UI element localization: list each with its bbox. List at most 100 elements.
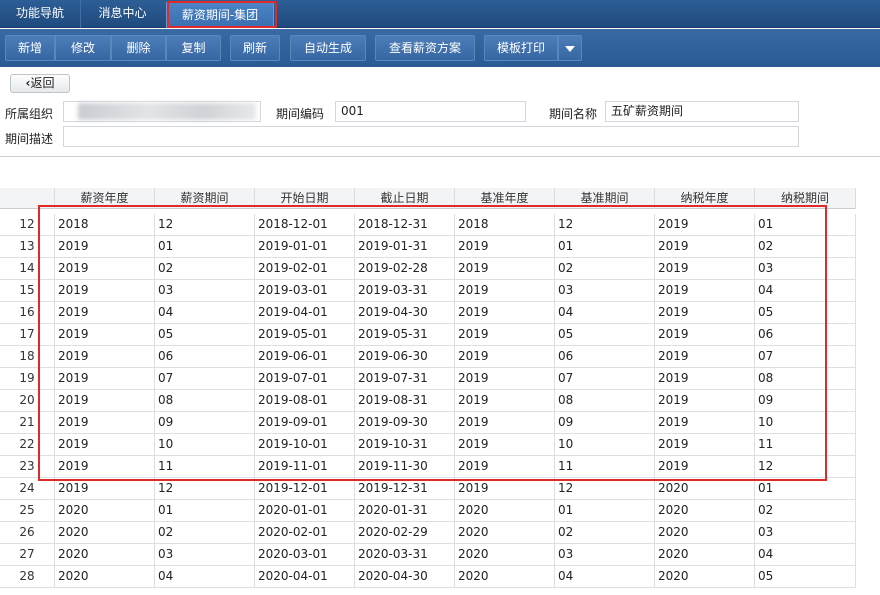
column-header[interactable]: 纳税年度: [655, 188, 755, 209]
table-cell[interactable]: 12: [555, 214, 655, 236]
table-cell[interactable]: 2019-04-30: [355, 302, 455, 324]
table-cell[interactable]: 2019: [655, 258, 755, 280]
table-cell[interactable]: 2019: [55, 412, 155, 434]
table-cell[interactable]: 2019: [55, 478, 155, 500]
table-cell[interactable]: 2019: [655, 346, 755, 368]
table-cell[interactable]: 2019-10-31: [355, 434, 455, 456]
table-cell[interactable]: 2019: [455, 346, 555, 368]
table-cell[interactable]: 2019-05-01: [255, 324, 355, 346]
table-cell[interactable]: 02: [755, 236, 856, 258]
add-button[interactable]: 新增: [5, 35, 55, 61]
table-cell[interactable]: 2019-09-30: [355, 412, 455, 434]
table-cell[interactable]: 2020-02-01: [255, 522, 355, 544]
table-row[interactable]: 13 2019 01 2019-01-01 2019-01-31 2019 01 2019 02: [0, 236, 856, 258]
table-cell[interactable]: 05: [555, 324, 655, 346]
table-cell[interactable]: 2020: [655, 566, 755, 588]
table-cell[interactable]: 2020: [55, 544, 155, 566]
table-cell[interactable]: 2020-01-01: [255, 500, 355, 522]
tab-message-center[interactable]: 消息中心: [80, 0, 164, 28]
table-cell[interactable]: 2020: [455, 544, 555, 566]
table-cell[interactable]: 2019: [55, 236, 155, 258]
table-cell[interactable]: 04: [755, 280, 856, 302]
table-cell[interactable]: 2019: [55, 368, 155, 390]
table-cell[interactable]: 09: [155, 412, 255, 434]
table-row[interactable]: 16 2019 04 2019-04-01 2019-04-30 2019 04 2019 05: [0, 302, 856, 324]
table-cell[interactable]: 2020: [455, 566, 555, 588]
table-cell[interactable]: 04: [555, 566, 655, 588]
name-field[interactable]: 五矿薪资期间: [605, 101, 799, 122]
table-cell[interactable]: 2020-04-01: [255, 566, 355, 588]
code-field[interactable]: 001: [335, 101, 526, 122]
table-cell[interactable]: 2019-08-01: [255, 390, 355, 412]
table-cell[interactable]: 2019: [655, 456, 755, 478]
table-cell[interactable]: 2019: [455, 368, 555, 390]
table-cell[interactable]: 2019-07-31: [355, 368, 455, 390]
table-cell[interactable]: 03: [755, 522, 856, 544]
table-cell[interactable]: 2019: [455, 236, 555, 258]
table-cell[interactable]: 2020: [55, 566, 155, 588]
table-row[interactable]: 19 2019 07 2019-07-01 2019-07-31 2019 07 2019 08: [0, 368, 856, 390]
table-cell[interactable]: 2019: [55, 390, 155, 412]
table-cell[interactable]: 2018-12-01: [255, 214, 355, 236]
table-row[interactable]: 17 2019 05 2019-05-01 2019-05-31 2019 05 2019 06: [0, 324, 856, 346]
table-cell[interactable]: 09: [755, 390, 856, 412]
table-cell[interactable]: 12: [755, 456, 856, 478]
table-cell[interactable]: 08: [155, 390, 255, 412]
table-cell[interactable]: 2020: [655, 522, 755, 544]
table-cell[interactable]: 2019-04-01: [255, 302, 355, 324]
table-cell[interactable]: 2019-07-01: [255, 368, 355, 390]
table-row[interactable]: 12 2018 12 2018-12-01 2018-12-31 2018 12 2019 01: [0, 214, 856, 236]
copy-button[interactable]: 复制: [166, 35, 221, 61]
table-cell[interactable]: 09: [555, 412, 655, 434]
table-cell[interactable]: 06: [555, 346, 655, 368]
table-cell[interactable]: 03: [155, 544, 255, 566]
table-cell[interactable]: 2019: [655, 434, 755, 456]
table-row[interactable]: 18 2019 06 2019-06-01 2019-06-30 2019 06 2019 07: [0, 346, 856, 368]
table-cell[interactable]: 01: [155, 500, 255, 522]
table-cell[interactable]: 01: [555, 500, 655, 522]
table-cell[interactable]: 10: [155, 434, 255, 456]
table-cell[interactable]: 02: [555, 258, 655, 280]
table-cell[interactable]: 01: [555, 236, 655, 258]
table-cell[interactable]: 2020-03-31: [355, 544, 455, 566]
back-button[interactable]: ‹返回: [10, 74, 70, 93]
table-cell[interactable]: 07: [155, 368, 255, 390]
table-cell[interactable]: 2020: [655, 500, 755, 522]
table-cell[interactable]: 10: [755, 412, 856, 434]
edit-button[interactable]: 修改: [55, 35, 111, 61]
table-cell[interactable]: 2019: [455, 478, 555, 500]
table-cell[interactable]: 2020-02-29: [355, 522, 455, 544]
table-cell[interactable]: 05: [755, 302, 856, 324]
column-header[interactable]: 截止日期: [355, 188, 455, 209]
table-cell[interactable]: 01: [155, 236, 255, 258]
column-header[interactable]: 纳税期间: [755, 188, 856, 209]
table-cell[interactable]: 2019: [55, 302, 155, 324]
view-salary-plan-button[interactable]: 查看薪资方案: [375, 35, 475, 61]
table-row[interactable]: 15 2019 03 2019-03-01 2019-03-31 2019 03 2019 04: [0, 280, 856, 302]
table-cell[interactable]: 2019: [455, 302, 555, 324]
table-cell[interactable]: 2019: [655, 236, 755, 258]
table-cell[interactable]: 2019: [455, 390, 555, 412]
table-cell[interactable]: 03: [555, 280, 655, 302]
table-cell[interactable]: 2019-03-31: [355, 280, 455, 302]
org-field[interactable]: [63, 101, 261, 122]
table-cell[interactable]: 2018-12-31: [355, 214, 455, 236]
table-cell[interactable]: 05: [155, 324, 255, 346]
print-dropdown-button[interactable]: [558, 35, 582, 61]
table-cell[interactable]: 03: [555, 544, 655, 566]
table-cell[interactable]: 07: [555, 368, 655, 390]
table-cell[interactable]: 2019: [655, 324, 755, 346]
table-cell[interactable]: 2020: [455, 522, 555, 544]
table-cell[interactable]: 2019-03-01: [255, 280, 355, 302]
table-cell[interactable]: 06: [155, 346, 255, 368]
table-cell[interactable]: 12: [555, 478, 655, 500]
refresh-button[interactable]: 刷新: [230, 35, 280, 61]
table-cell[interactable]: 02: [555, 522, 655, 544]
table-cell[interactable]: 2019: [655, 412, 755, 434]
table-cell[interactable]: 2019-06-01: [255, 346, 355, 368]
table-cell[interactable]: 2019-11-30: [355, 456, 455, 478]
table-cell[interactable]: 2020: [655, 544, 755, 566]
table-cell[interactable]: 06: [755, 324, 856, 346]
delete-button[interactable]: 删除: [111, 35, 166, 61]
table-cell[interactable]: 03: [755, 258, 856, 280]
